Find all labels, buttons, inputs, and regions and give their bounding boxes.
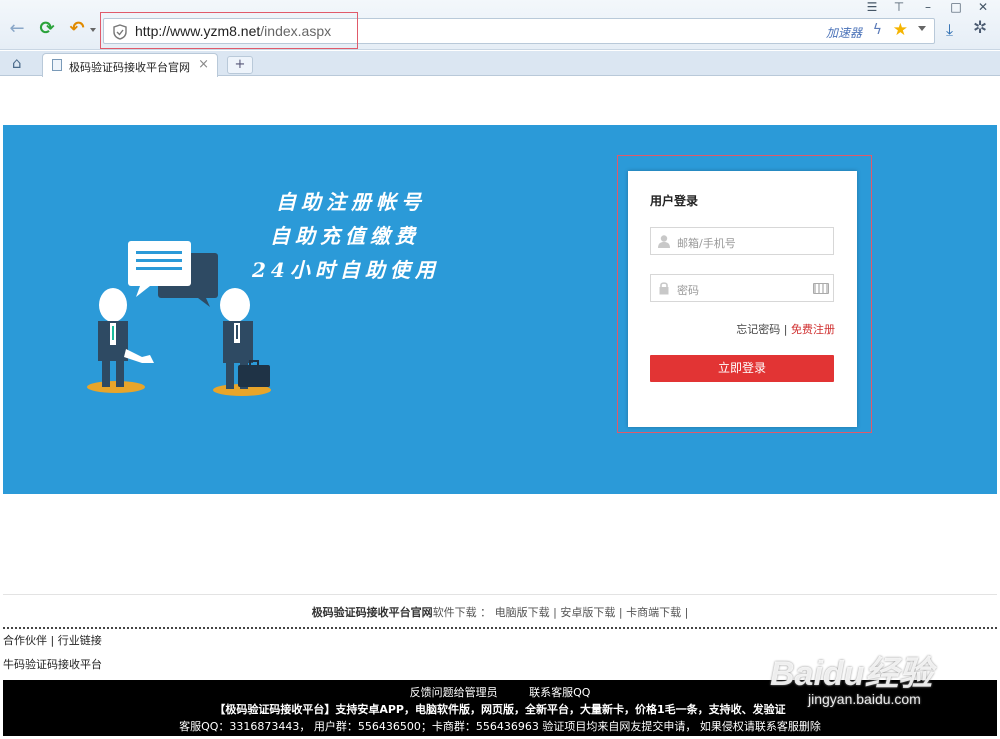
footer-qq-info: 客服QQ：3316873443， 用户群：556436500；卡商群：55643… [179,720,821,733]
login-title: 用户登录 [650,194,699,208]
site-label: 极码验证码接收平台官网 [311,606,433,619]
tab-bar: ⌂ 极码验证码接收平台官网 × + [0,51,1000,77]
baidu-watermark-logo: Baidu经验 [770,655,933,693]
bolt-icon[interactable]: ϟ [873,22,882,38]
username-placeholder: 邮箱/手机号 [677,237,736,250]
login-button[interactable]: 立即登录 [650,355,834,382]
undo-icon[interactable]: ↶ [66,18,88,40]
divider [3,594,997,595]
pc-download-link[interactable]: 电脑版下载 [495,606,550,619]
download-links: 极码验证码接收平台官网软件下载 ： 电脑版下载 | 安卓版下载 | 卡商端下载 … [311,606,689,619]
tab-title: 极码验证码接收平台官网 [69,61,190,74]
keyboard-icon[interactable] [813,283,829,294]
maximize-icon[interactable]: □ [945,0,967,16]
friend-site-link[interactable]: 牛码验证码接收平台 [3,656,102,672]
slogan-line-1: 自助注册帐号 [276,190,426,214]
star-icon[interactable]: ★ [893,20,908,40]
new-tab-button[interactable]: + [227,56,253,74]
merchant-download-link[interactable]: 卡商端下载 [626,606,681,619]
link-separator: | [780,323,791,336]
minimize-icon[interactable]: – [917,0,939,16]
settings-icon[interactable]: ✲ [973,18,987,38]
undo-dropdown-icon[interactable] [90,28,96,32]
feedback-link[interactable]: 反馈问题给管理员 [410,686,498,699]
dotted-divider [3,627,997,629]
page-icon [52,59,62,71]
download-icon[interactable]: ⤓ [946,20,953,40]
business-people-illustration [87,241,271,396]
username-field[interactable]: 邮箱/手机号 [650,227,834,255]
user-icon [658,235,670,248]
close-tab-icon[interactable]: × [198,57,209,72]
lock-icon [659,282,669,295]
login-links: 忘记密码 | 免费注册 [736,321,835,337]
slogan-line-3: 24小时自助使用 [252,258,440,282]
close-window-icon[interactable]: ✕ [972,0,994,16]
register-link[interactable]: 免费注册 [791,323,835,336]
tab-active[interactable]: 极码验证码接收平台官网 × [42,53,218,77]
menu-icon[interactable]: ☰ [861,0,883,16]
partners-link[interactable]: 合作伙伴 [3,634,47,647]
contact-qq-link[interactable]: 联系客服QQ [529,686,590,699]
accelerator-link[interactable]: 加速器 [826,24,862,41]
forgot-password-link[interactable]: 忘记密码 [736,323,780,336]
back-arrow-icon[interactable]: ← [6,18,28,40]
login-panel: 用户登录 邮箱/手机号 密码 忘记密码 | 免费注册 立即登录 [628,171,857,427]
password-placeholder: 密码 [677,284,699,297]
download-prefix: 软件下载 ： [432,606,492,619]
home-icon[interactable]: ⌂ [12,54,22,72]
industry-link[interactable]: 行业链接 [58,634,102,647]
slogan-line-2: 自助充值缴费 [270,224,420,248]
skin-icon[interactable]: ⊤ [888,0,910,16]
android-download-link[interactable]: 安卓版下载 [560,606,615,619]
partner-links: 合作伙伴 | 行业链接 [3,634,102,647]
chevron-down-icon[interactable] [918,26,926,31]
refresh-icon[interactable]: ⟳ [36,18,58,40]
password-field[interactable]: 密码 [650,274,834,302]
baidu-watermark-domain: jingyan.baidu.com [808,691,921,707]
speech-bubble-front [128,241,191,286]
browser-toolbar: ← ⟳ ↶ http://www.yzm8.net/index.aspx 加速器… [0,0,1000,50]
url-highlight-box [100,12,358,49]
